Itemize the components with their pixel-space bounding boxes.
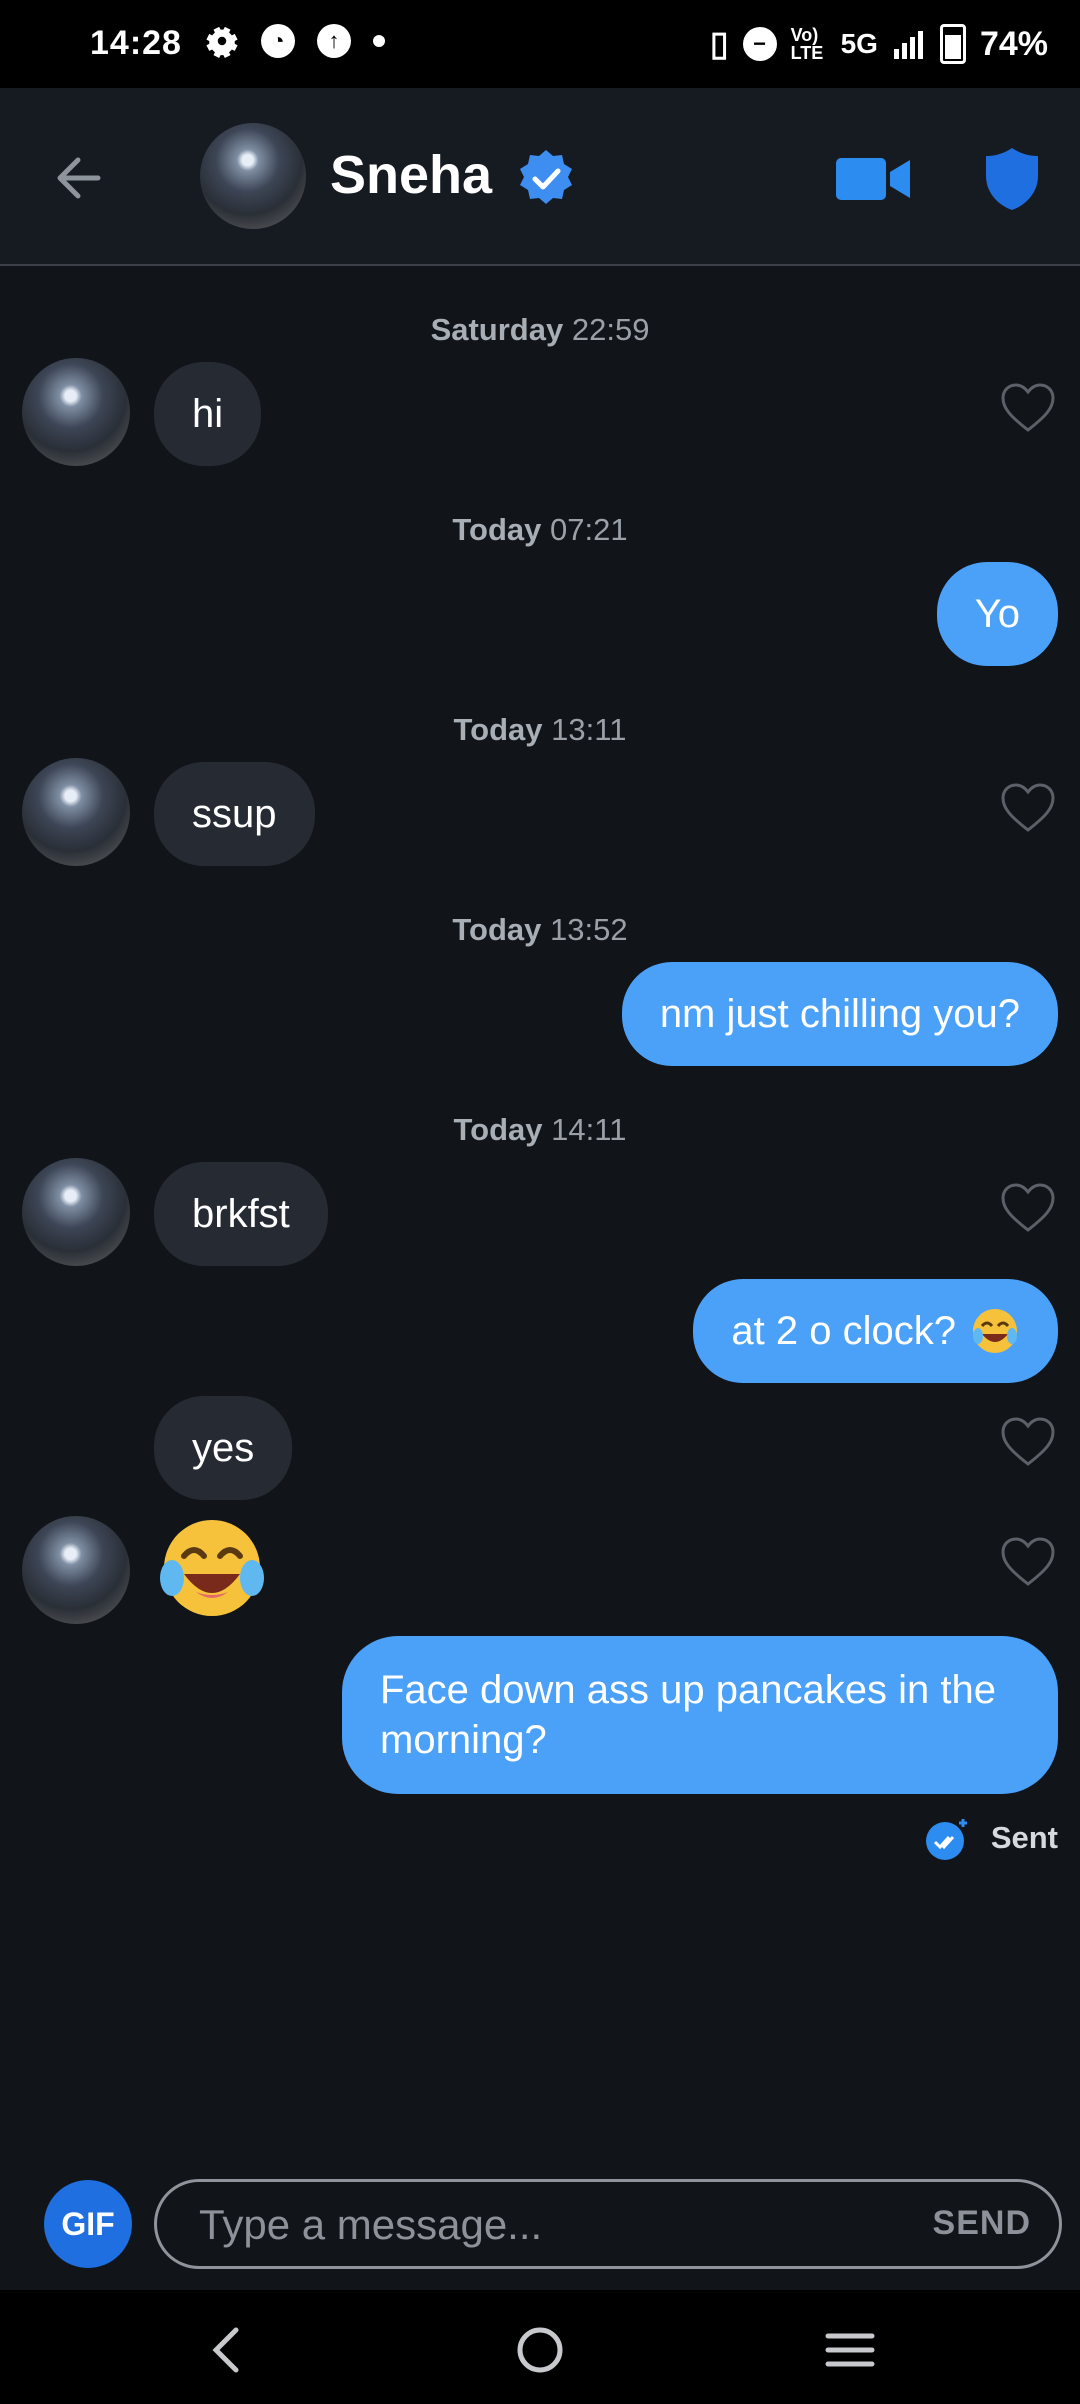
safety-shield-icon[interactable] — [984, 146, 1040, 212]
outgoing-message[interactable]: at 2 o clock? — [693, 1279, 1058, 1383]
message-input[interactable] — [197, 2192, 841, 2258]
message-text-line: Face down ass up pancakes in the — [380, 1668, 996, 1712]
sender-avatar[interactable] — [22, 1516, 130, 1624]
contact-avatar[interactable] — [200, 123, 306, 229]
contact-name[interactable]: Sneha — [330, 144, 492, 206]
message-timestamp: Today 13:11 — [453, 712, 627, 747]
message-timestamp: Today 14:11 — [453, 1112, 627, 1147]
dnd-icon: − — [742, 27, 777, 61]
nav-home-icon[interactable] — [510, 2320, 570, 2380]
system-nav-bar — [0, 2290, 1080, 2404]
sent-status: Sent — [925, 1815, 1058, 1861]
message-timestamp: Today 13:52 — [452, 912, 628, 947]
message-timestamp: Saturday 22:59 — [430, 312, 650, 347]
settings-gear-icon — [206, 26, 238, 58]
gif-button[interactable]: GIF — [44, 2180, 132, 2268]
sent-label: Sent — [990, 1820, 1058, 1855]
outgoing-message[interactable]: nm just chilling you? — [621, 962, 1058, 1066]
volte-indicator: Vo) LTE — [790, 25, 824, 63]
incoming-message[interactable]: yes — [154, 1396, 293, 1500]
verified-badge-icon — [520, 150, 572, 204]
battery-icon — [939, 24, 966, 64]
battery-percent: 74% — [979, 24, 1048, 63]
sender-avatar[interactable] — [22, 358, 130, 466]
message-text: at 2 o clock? — [731, 1308, 956, 1353]
message-composer: SEND — [154, 2179, 1062, 2269]
like-heart-icon[interactable] — [1000, 1182, 1056, 1234]
double-check-icon — [925, 1819, 967, 1860]
vibrate-icon: ▯ — [709, 25, 729, 63]
status-bar: 14:28 ◔ ↑ ▯ − Vo) LTE 5G 74% — [0, 0, 1080, 88]
sender-avatar[interactable] — [22, 758, 130, 866]
nav-back-icon[interactable] — [198, 2320, 258, 2380]
like-heart-icon[interactable] — [1000, 382, 1056, 434]
outgoing-message[interactable]: Yo — [936, 562, 1058, 666]
message-text-line: morning? — [380, 1718, 547, 1762]
message-timestamp: Today 07:21 — [452, 512, 628, 547]
incoming-message[interactable]: brkfst — [154, 1162, 328, 1266]
like-heart-icon[interactable] — [1000, 782, 1056, 834]
notification-dot-icon — [373, 35, 385, 47]
back-arrow-icon[interactable] — [48, 148, 108, 208]
status-time: 14:28 — [90, 24, 182, 62]
video-call-icon[interactable] — [836, 154, 912, 204]
nav-menu-icon[interactable] — [820, 2320, 880, 2380]
signal-icon — [893, 31, 923, 59]
outgoing-message[interactable]: Face down ass up pancakes in the morning… — [342, 1636, 1058, 1794]
incoming-message[interactable]: ssup — [154, 762, 315, 866]
incoming-message[interactable]: hi — [154, 362, 262, 466]
sender-avatar[interactable] — [22, 1158, 130, 1266]
send-button[interactable]: SEND — [933, 2204, 1031, 2243]
speedometer-icon: ◔ — [261, 24, 295, 58]
upload-icon: ↑ — [317, 24, 351, 58]
network-type: 5G — [840, 28, 878, 59]
tears-of-joy-emoji-icon — [973, 1309, 1017, 1353]
like-heart-icon[interactable] — [1000, 1536, 1056, 1588]
like-heart-icon[interactable] — [1000, 1416, 1056, 1468]
chat-header: Sneha — [0, 88, 1080, 266]
tears-of-joy-emoji-icon[interactable] — [156, 1512, 268, 1624]
